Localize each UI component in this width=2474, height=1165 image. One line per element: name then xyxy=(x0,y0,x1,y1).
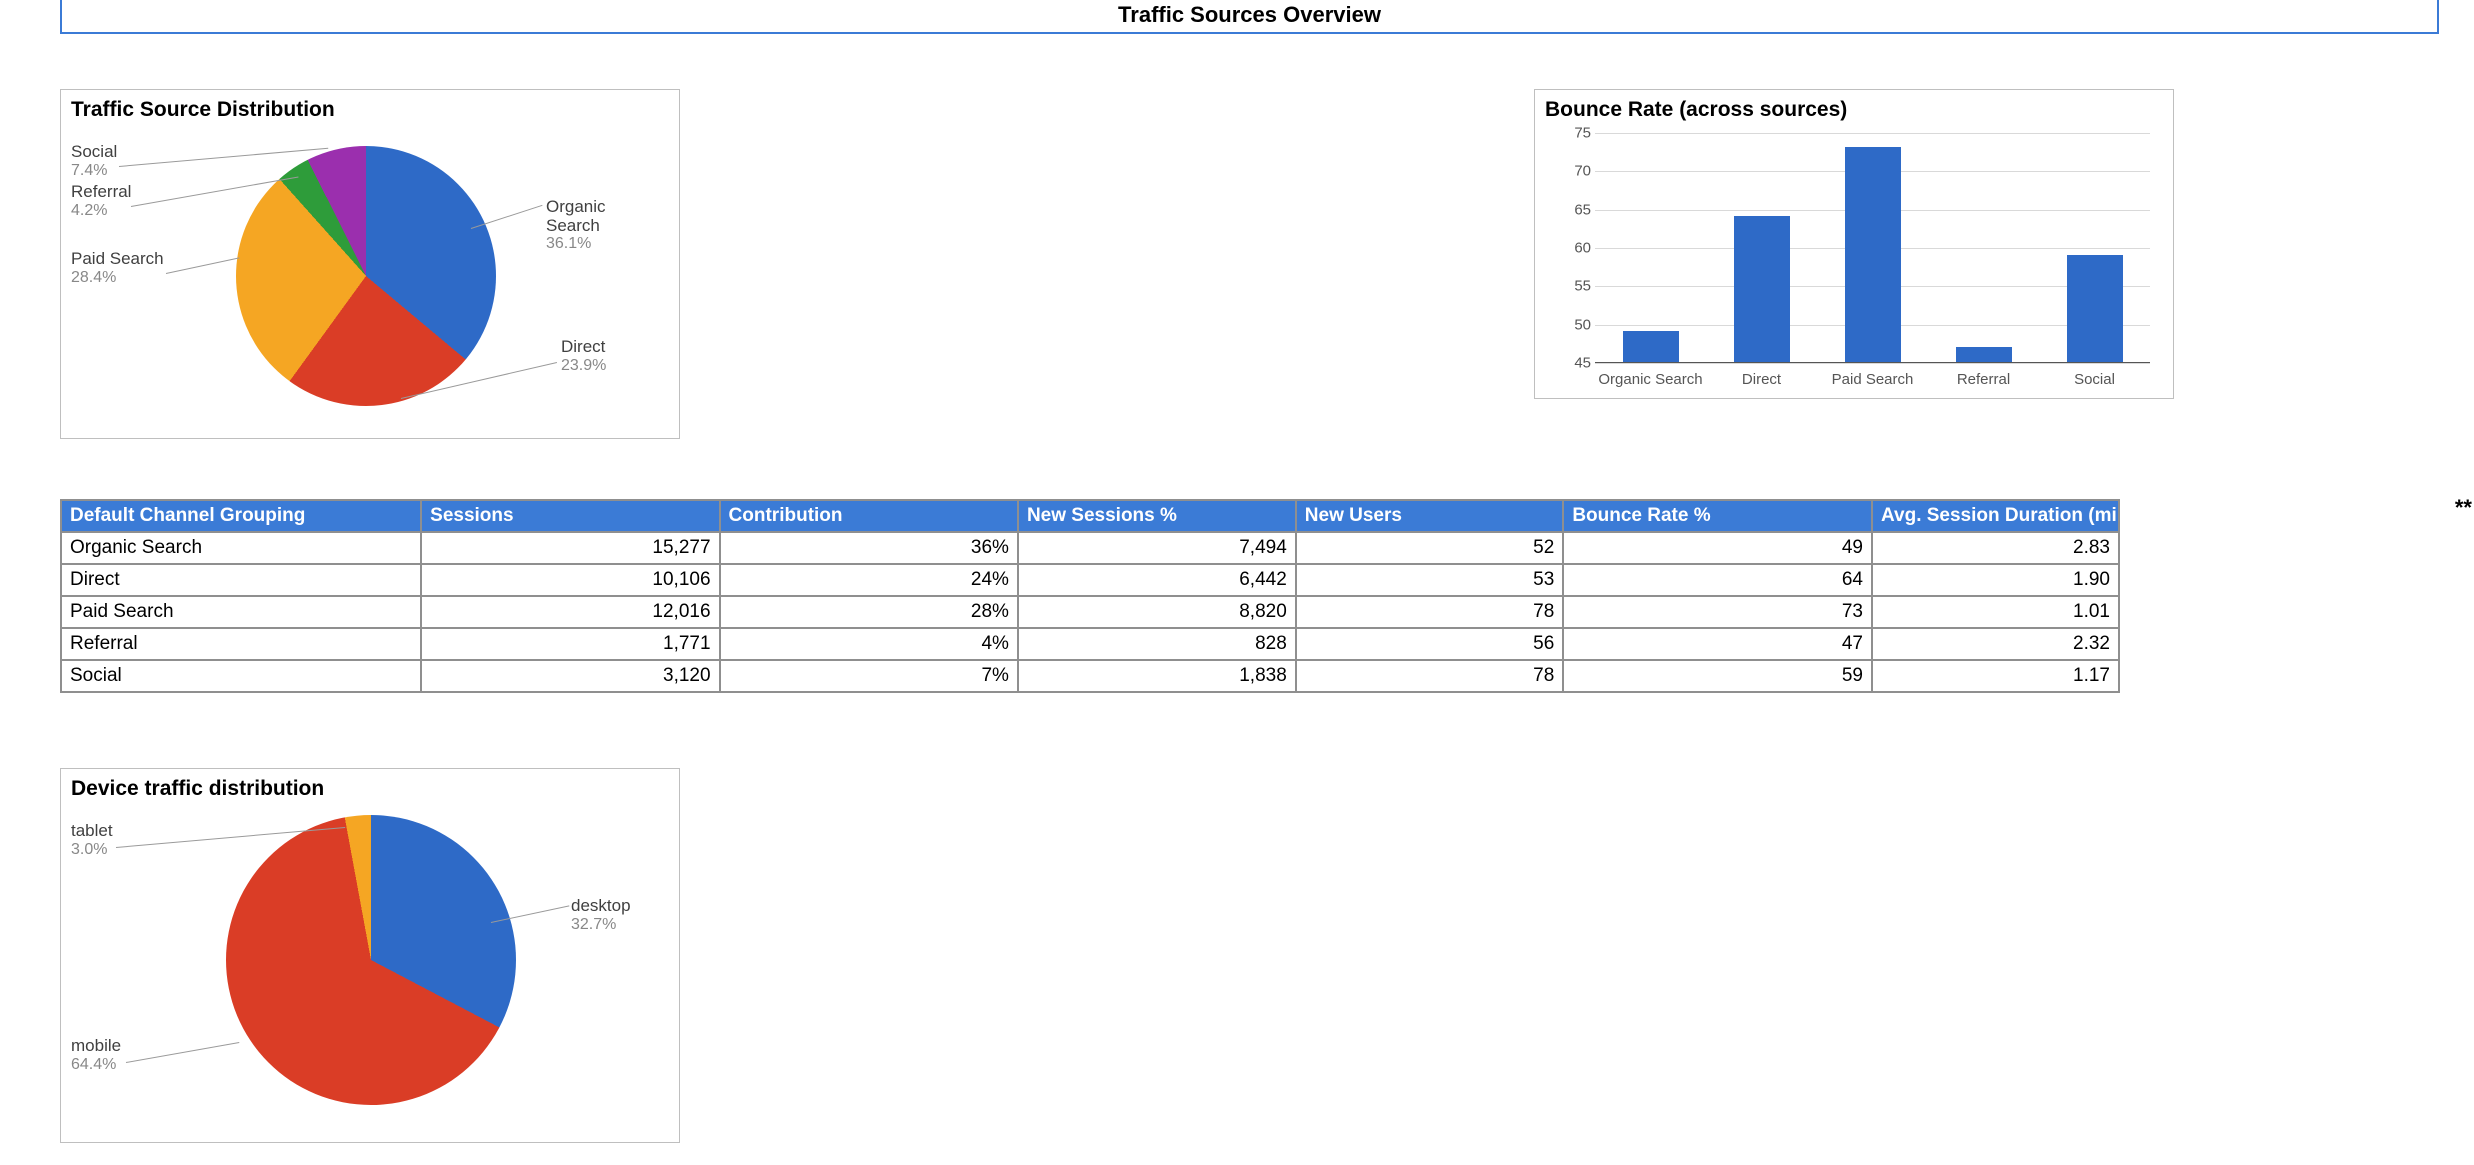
table-cell: 3,120 xyxy=(421,660,719,692)
table-cell: 56 xyxy=(1296,628,1564,660)
traffic-source-pie-card: Traffic Source Distribution Organic Sear… xyxy=(60,89,680,439)
table-row: Social3,1207%1,83878591.17 xyxy=(61,660,2119,692)
table-row: Organic Search15,27736%7,49452492.83 xyxy=(61,532,2119,564)
bar-xcat: Social xyxy=(2074,371,2115,388)
table-cell: 64 xyxy=(1563,564,1872,596)
table-cell: 1.17 xyxy=(1872,660,2119,692)
pie1-disc xyxy=(236,146,496,406)
table-cell: 53 xyxy=(1296,564,1564,596)
table-cell: 828 xyxy=(1018,628,1296,660)
pie-slice-label: mobile64.4% xyxy=(71,1037,121,1073)
table-cell: 12,016 xyxy=(421,596,719,628)
pie-slice-label: Paid Search28.4% xyxy=(71,250,164,286)
table-cell: 36% xyxy=(720,532,1018,564)
table-cell: 73 xyxy=(1563,596,1872,628)
table-cell: 28% xyxy=(720,596,1018,628)
bar-plot-area xyxy=(1595,133,2150,363)
pie-slice-label: Social7.4% xyxy=(71,143,117,179)
bar-xcat: Referral xyxy=(1957,371,2010,388)
bar-ytick: 65 xyxy=(1565,201,1591,218)
table-row: Direct10,10624%6,44253641.90 xyxy=(61,564,2119,596)
bar-ytick: 75 xyxy=(1565,125,1591,142)
table-cell: 52 xyxy=(1296,532,1564,564)
table-cell: 15,277 xyxy=(421,532,719,564)
bar xyxy=(1845,147,1901,362)
table-cell: 8,820 xyxy=(1018,596,1296,628)
page-title: Traffic Sources Overview xyxy=(60,0,2439,34)
table-row: Paid Search12,01628%8,82078731.01 xyxy=(61,596,2119,628)
table-cell: 59 xyxy=(1563,660,1872,692)
bar xyxy=(1734,216,1790,362)
pie-slice-label: Organic Search36.1% xyxy=(546,198,661,253)
table-cell: 7,494 xyxy=(1018,532,1296,564)
bar-ytick: 45 xyxy=(1565,355,1591,372)
table-cell: 1,771 xyxy=(421,628,719,660)
bar xyxy=(1623,331,1679,362)
channel-table: Default Channel GroupingSessionsContribu… xyxy=(60,499,2120,693)
table-header-cell: Avg. Session Duration (mins) xyxy=(1872,500,2119,532)
bar-xcat: Organic Search xyxy=(1598,371,1702,388)
pie1-chart: Organic Search36.1% Direct23.9% Paid Searc… xyxy=(71,128,661,428)
bar-xcat: Paid Search xyxy=(1832,371,1914,388)
pie1-title: Traffic Source Distribution xyxy=(71,98,669,122)
table-header-cell: New Users xyxy=(1296,500,1564,532)
table-header-row: Default Channel GroupingSessionsContribu… xyxy=(61,500,2119,532)
pie-slice-label: Direct23.9% xyxy=(561,338,606,374)
page-title-text: Traffic Sources Overview xyxy=(1118,2,1381,27)
table-cell: 78 xyxy=(1296,596,1564,628)
bar-ytick: 70 xyxy=(1565,163,1591,180)
device-pie-card: Device traffic distribution desktop32.7%… xyxy=(60,768,680,1143)
bar-ytick: 60 xyxy=(1565,240,1591,257)
pie2-disc xyxy=(226,815,516,1105)
table-cell: 78 xyxy=(1296,660,1564,692)
table-cell: 1.90 xyxy=(1872,564,2119,596)
table-header-cell: Sessions xyxy=(421,500,719,532)
table-header-cell: Contribution xyxy=(720,500,1018,532)
bar xyxy=(2067,255,2123,362)
table-cell: Referral xyxy=(61,628,421,660)
bar-xcat: Direct xyxy=(1742,371,1781,388)
bar xyxy=(1956,347,2012,362)
table-row: Referral1,7714%82856472.32 xyxy=(61,628,2119,660)
pie2-title: Device traffic distribution xyxy=(71,777,669,801)
bar-title: Bounce Rate (across sources) xyxy=(1545,98,2163,122)
bar-ytick: 55 xyxy=(1565,278,1591,295)
table-cell: 10,106 xyxy=(421,564,719,596)
pie-slice-label: tablet3.0% xyxy=(71,822,113,858)
pie-slice-label: desktop32.7% xyxy=(571,897,631,933)
table-cell: 49 xyxy=(1563,532,1872,564)
bar-chart: 45 50 55 60 65 70 75 Organic Search Direct Paid … xyxy=(1545,128,2155,388)
bar-ytick: 50 xyxy=(1565,316,1591,333)
table-cell: 1.01 xyxy=(1872,596,2119,628)
table-header-cell: Bounce Rate % xyxy=(1563,500,1872,532)
table-cell: 47 xyxy=(1563,628,1872,660)
table-cell: 4% xyxy=(720,628,1018,660)
table-cell: 7% xyxy=(720,660,1018,692)
table-cell: Paid Search xyxy=(61,596,421,628)
pie2-chart: desktop32.7% mobile64.4% tablet3.0% xyxy=(71,807,661,1132)
bounce-rate-bar-card: Bounce Rate (across sources) 45 50 55 60 65 7… xyxy=(1534,89,2174,399)
table-cell: Direct xyxy=(61,564,421,596)
table-cell: 6,442 xyxy=(1018,564,1296,596)
side-marker: ** xyxy=(2455,495,2472,521)
pie-slice-label: Referral4.2% xyxy=(71,183,131,219)
table-cell: 1,838 xyxy=(1018,660,1296,692)
table-header-cell: New Sessions % xyxy=(1018,500,1296,532)
table-header-cell: Default Channel Grouping xyxy=(61,500,421,532)
table-cell: Organic Search xyxy=(61,532,421,564)
table-cell: 2.32 xyxy=(1872,628,2119,660)
table-cell: 2.83 xyxy=(1872,532,2119,564)
table-cell: 24% xyxy=(720,564,1018,596)
table-cell: Social xyxy=(61,660,421,692)
